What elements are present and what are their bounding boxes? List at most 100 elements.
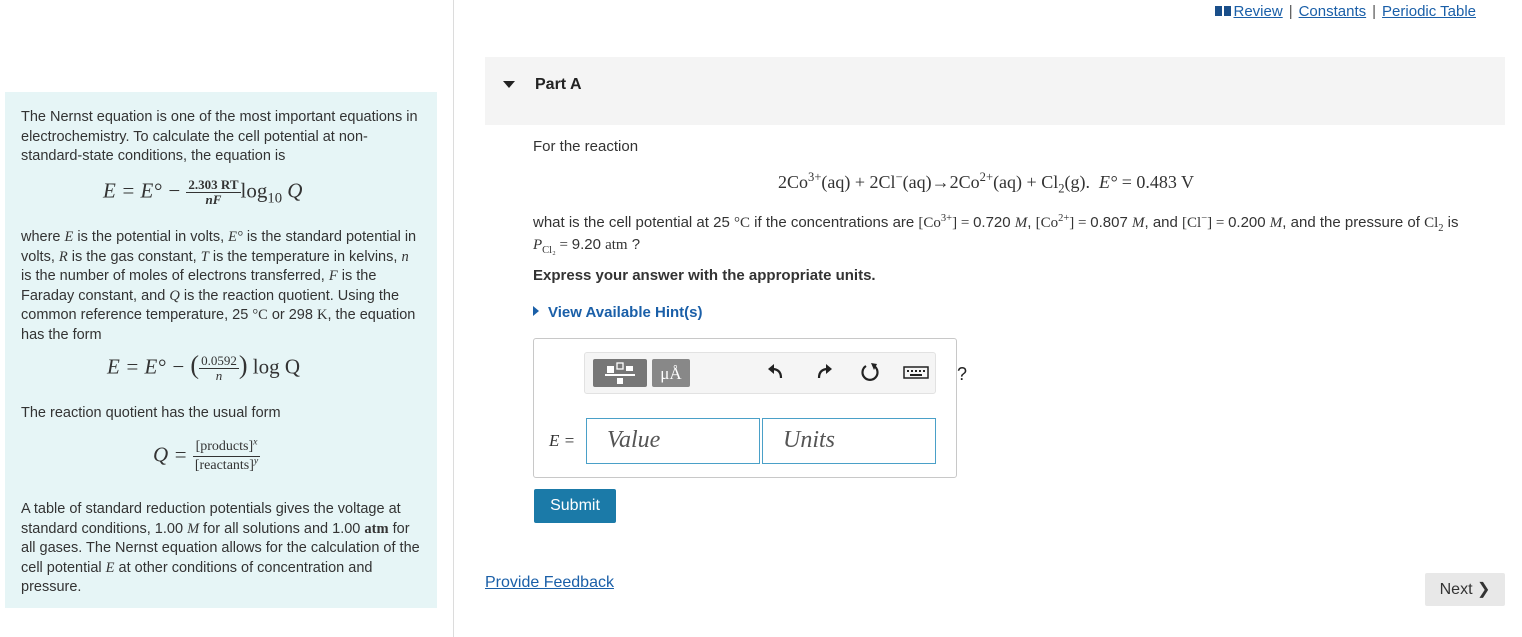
q-c1-charge: 3+ xyxy=(940,213,953,224)
eq2-log: log Q xyxy=(252,354,300,379)
periodic-table-link[interactable]: Periodic Table xyxy=(1382,3,1476,20)
eq1-lhs: E = E° − xyxy=(103,178,182,203)
units-input[interactable]: Units xyxy=(762,418,936,464)
hint-label: View Available Hint(s) xyxy=(548,304,703,321)
instructions: Express your answer with the appropriate… xyxy=(533,267,876,284)
value-input[interactable]: Value xyxy=(586,418,760,464)
q-t5: ? xyxy=(627,236,641,253)
redo-icon[interactable] xyxy=(811,361,837,387)
eq3-num-exp: x xyxy=(253,436,258,448)
p4-t2: for all solutions and 1.00 xyxy=(199,520,365,537)
link-separator: | xyxy=(1372,3,1377,20)
p2-v3: R xyxy=(58,248,68,265)
submit-button[interactable]: Submit xyxy=(534,489,616,523)
rx-aq1: (aq) + 2Cl xyxy=(821,172,896,192)
q-p: P xyxy=(533,237,543,253)
q-sep1: , xyxy=(1027,214,1036,231)
eq1-fraction: 2.303 RT nF xyxy=(186,177,241,207)
answer-label-text: E = xyxy=(549,431,576,450)
nernst-equation: E = E° − 2.303 RT nF log10 Q xyxy=(103,178,302,207)
reset-icon[interactable] xyxy=(857,361,883,387)
rx-e0: E° xyxy=(1099,172,1118,192)
units-button[interactable]: μÅ xyxy=(652,359,690,387)
eq1-den: nF xyxy=(205,192,222,207)
eq3-lhs: Q = xyxy=(153,442,188,467)
eq3-fraction: [products]x [reactants]y xyxy=(192,436,261,475)
p4-v1: M xyxy=(187,520,200,537)
q-v3: 0.200 xyxy=(1228,214,1266,231)
q-u1: M xyxy=(1014,215,1028,231)
math-toolbar: μÅ ? xyxy=(584,352,967,394)
units-placeholder: Units xyxy=(783,427,836,453)
p2-t4: is the gas constant, xyxy=(67,248,201,265)
help-icon[interactable]: ? xyxy=(949,361,975,387)
eq1-q: Q xyxy=(287,178,303,203)
review-link[interactable]: Review xyxy=(1234,3,1283,20)
reaction-equation: 2Co3+(aq) + 2Cl−(aq)→2Co2+(aq) + Cl2(g).… xyxy=(778,170,1195,195)
column-divider xyxy=(453,0,454,637)
caret-right-icon xyxy=(533,306,539,316)
question-text: what is the cell potential at 25 °C if t… xyxy=(533,212,1473,256)
q-c1: [Co xyxy=(918,215,941,231)
book-icon xyxy=(1214,6,1232,16)
q-u2: M xyxy=(1131,215,1145,231)
nernst-equation-298k: E = E° − ( 0.0592 n ) log Q xyxy=(107,350,300,383)
q-v1: 0.720 xyxy=(973,214,1011,231)
prompt-text: For the reaction xyxy=(533,138,639,155)
rx-co-charge: 3+ xyxy=(808,170,822,184)
rx-gas: (g). xyxy=(1064,172,1091,192)
q-p-sub: Cl₂ xyxy=(542,245,556,256)
p2-t6: is the number of moles of electrons tran… xyxy=(21,268,329,284)
provide-feedback-link[interactable]: Provide Feedback xyxy=(485,574,614,592)
q-c2: [Co xyxy=(1035,215,1059,231)
definitions-paragraph: where E is the potential in volts, E° is… xyxy=(21,228,421,345)
templates-button[interactable] xyxy=(593,359,647,387)
rx-cl-charge: − xyxy=(895,170,903,184)
top-links: Review | Constants | Periodic Table xyxy=(1214,3,1476,20)
p2-v2: E° xyxy=(228,229,243,245)
p2-v4: T xyxy=(200,248,209,265)
info-panel: The Nernst equation is one of the most i… xyxy=(5,92,437,608)
eq1-num: 2.303 RT xyxy=(186,177,241,193)
q-p-eq: = xyxy=(555,237,572,253)
reaction-quotient-equation: Q = [products]x [reactants]y xyxy=(153,436,261,475)
undo-icon[interactable] xyxy=(763,361,789,387)
caret-down-icon[interactable] xyxy=(503,81,515,88)
q-u3: M xyxy=(1269,215,1283,231)
eq2-num: 0.0592 xyxy=(199,353,239,369)
p2-v6: F xyxy=(328,268,338,284)
value-placeholder: Value xyxy=(607,427,661,453)
constants-link[interactable]: Constants xyxy=(1299,3,1367,20)
q-c3: [Cl xyxy=(1182,215,1202,231)
rx-co: 2Co xyxy=(778,172,809,192)
q-p-val: 9.20 xyxy=(571,236,601,253)
rx-co2-charge: 2+ xyxy=(979,170,994,184)
next-button[interactable]: Next ❯ xyxy=(1425,573,1505,606)
p4-v3: E xyxy=(105,559,115,576)
keyboard-icon[interactable] xyxy=(903,361,929,387)
rx-e0-value: = 0.483 V xyxy=(1117,172,1195,192)
eq3-den: [reactants] xyxy=(194,458,254,473)
p2-v9: K xyxy=(316,307,328,323)
rx-aq3: (aq) + Cl xyxy=(993,172,1059,192)
q-cl: Cl xyxy=(1424,215,1439,231)
p2-t5: is the temperature in kelvins, xyxy=(208,248,402,265)
q-sep2: , and xyxy=(1144,214,1183,231)
q-t4: is xyxy=(1443,214,1459,231)
view-hints-toggle[interactable]: View Available Hint(s) xyxy=(533,304,703,321)
link-separator: | xyxy=(1288,3,1293,20)
part-title: Part A xyxy=(535,76,582,93)
p2-t2: is the potential in volts, xyxy=(73,229,229,245)
q-c1-end: ] = xyxy=(952,215,974,231)
eq2-den: n xyxy=(215,368,223,383)
eq2-fraction: 0.0592 n xyxy=(199,354,239,383)
standard-potentials-paragraph: A table of standard reduction potentials… xyxy=(21,500,421,598)
q-c3-end: ] = xyxy=(1207,215,1229,231)
q-t3: , and the pressure of xyxy=(1282,214,1425,231)
q-v2: 0.807 xyxy=(1090,214,1128,231)
q-t2: if the concentrations are xyxy=(749,214,919,231)
part-a-header[interactable]: Part A xyxy=(485,57,1505,125)
eq3-den-exp: y xyxy=(253,455,259,467)
p2-t1: where xyxy=(21,229,65,245)
eq2-lhs: E = E° − xyxy=(107,354,186,379)
